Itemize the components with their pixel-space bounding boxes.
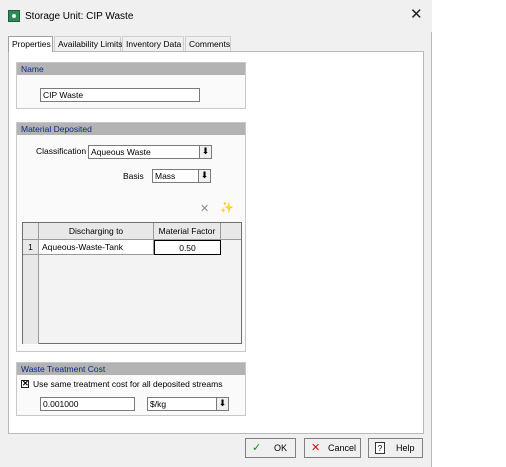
check-icon: ✓: [252, 442, 262, 454]
window-title: Storage Unit: CIP Waste: [25, 11, 134, 22]
basis-label: Basis: [123, 171, 144, 181]
basis-dropdown[interactable]: Mass ⬇: [152, 169, 211, 183]
tab-availability-limits[interactable]: Availability Limits: [54, 36, 123, 51]
chevron-down-icon[interactable]: ⬇: [199, 146, 211, 158]
row-header-strip: [23, 240, 39, 344]
wand-icon[interactable]: ✨: [220, 201, 234, 214]
tab-inventory-data[interactable]: Inventory Data: [122, 36, 184, 51]
column-header-filler: [221, 223, 241, 240]
help-button[interactable]: ? Help: [368, 438, 423, 458]
tab-comments[interactable]: Comments: [185, 36, 231, 51]
classification-value: Aqueous Waste: [91, 147, 151, 157]
cost-input[interactable]: 0.001000: [40, 397, 135, 411]
close-icon[interactable]: ✕: [410, 6, 423, 24]
classification-label: Classification: [36, 146, 87, 156]
waste-treatment-cost-header: Waste Treatment Cost: [17, 363, 245, 375]
classification-dropdown[interactable]: Aqueous Waste ⬇: [88, 145, 212, 159]
chevron-down-icon[interactable]: ⬇: [216, 398, 228, 410]
cancel-button[interactable]: ✕ Cancel: [304, 438, 361, 458]
column-header-discharging-to[interactable]: Discharging to: [39, 223, 154, 240]
chevron-down-icon[interactable]: ⬇: [198, 170, 210, 182]
help-label: Help: [396, 443, 415, 453]
discharge-table: Discharging to Material Factor 1 Aqueous…: [22, 222, 242, 344]
column-header-material-factor[interactable]: Material Factor: [154, 223, 221, 240]
name-group-header: Name: [17, 63, 245, 75]
same-cost-checkbox[interactable]: ✕: [21, 380, 29, 388]
same-cost-label: Use same treatment cost for all deposite…: [33, 379, 223, 389]
basis-value: Mass: [155, 171, 176, 181]
storage-unit-dialog: Storage Unit: CIP Waste ✕ Properties Ava…: [0, 0, 432, 467]
row-index: 1: [23, 240, 39, 255]
table-corner: [23, 223, 39, 240]
material-deposited-header: Material Deposited: [17, 123, 245, 135]
cell-discharging-to[interactable]: Aqueous-Waste-Tank: [39, 240, 154, 255]
cancel-icon: ✕: [311, 442, 321, 454]
help-icon: ?: [375, 442, 385, 454]
cost-unit-dropdown[interactable]: $/kg ⬇: [147, 397, 229, 411]
name-input[interactable]: CIP Waste: [40, 88, 200, 102]
delete-row-icon[interactable]: ✕: [200, 202, 209, 215]
cost-unit-value: $/kg: [150, 399, 167, 409]
ok-label: OK: [274, 443, 288, 453]
cancel-label: Cancel: [328, 443, 357, 453]
tab-properties[interactable]: Properties: [8, 36, 53, 52]
cell-material-factor[interactable]: 0.50: [154, 240, 221, 255]
app-icon: [8, 10, 20, 22]
title-bar: Storage Unit: CIP Waste ✕: [0, 0, 432, 32]
ok-button[interactable]: ✓ OK: [245, 438, 296, 458]
